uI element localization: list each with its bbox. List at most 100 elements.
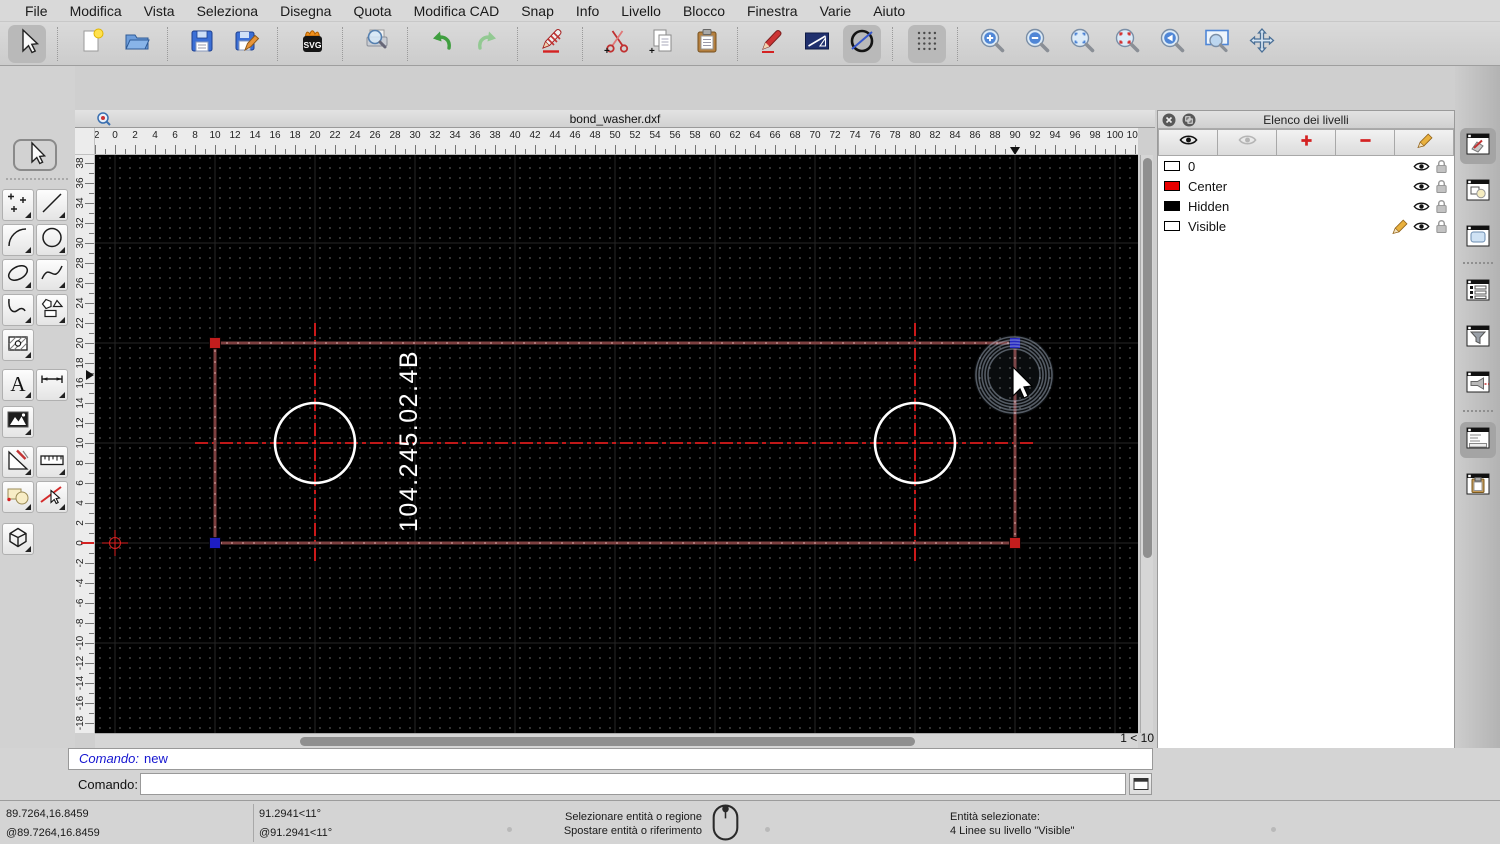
document-title-bar[interactable]: bond_washer.dxf [75, 110, 1155, 128]
status-grip-dot [1271, 827, 1276, 832]
hatch-tool-button[interactable] [2, 329, 34, 361]
menu-info[interactable]: Info [565, 0, 610, 22]
polygon-tool-button[interactable] [36, 294, 68, 326]
zoom-out-button[interactable] [1018, 25, 1056, 63]
points-tool-button[interactable] [2, 189, 34, 221]
delete-selected-button[interactable] [533, 25, 571, 63]
menu-vista[interactable]: Vista [133, 0, 186, 22]
text-tool-button[interactable]: A [2, 369, 34, 401]
menu-livello[interactable]: Livello [610, 0, 672, 22]
menu-blocco[interactable]: Blocco [672, 0, 736, 22]
horizontal-scrollbar[interactable] [95, 733, 1138, 748]
layer-lock-icon[interactable] [1435, 179, 1448, 194]
new-file-button[interactable] [73, 25, 111, 63]
layer-panel-header: Elenco dei livelli [1158, 111, 1454, 129]
layer-visibility-eye-icon[interactable] [1413, 160, 1430, 173]
horizontal-scrollbar-thumb[interactable] [300, 737, 915, 746]
menu-aiuto[interactable]: Aiuto [862, 0, 916, 22]
drawing-canvas[interactable]: 104.245.02.4B [95, 155, 1138, 733]
ruler-tick [255, 145, 256, 154]
dimension-tool-button[interactable] [36, 369, 68, 401]
measure-tool-button[interactable] [36, 446, 68, 478]
spline-tool-button[interactable] [36, 259, 68, 291]
ruler-label: 34 [75, 193, 87, 213]
polyline-tool-button[interactable] [2, 294, 34, 326]
hide-all-layers-button[interactable] [1218, 129, 1277, 156]
paste-icon [692, 26, 722, 61]
menu-finestra[interactable]: Finestra [736, 0, 809, 22]
layer-visibility-eye-icon[interactable] [1413, 220, 1430, 233]
paste-button[interactable] [688, 25, 726, 63]
cut-button[interactable]: + [598, 25, 636, 63]
vertical-scrollbar-thumb[interactable] [1143, 158, 1152, 558]
dock-entity-list-button[interactable] [1460, 274, 1496, 310]
arc-tool-button[interactable] [2, 224, 34, 256]
menu-quota[interactable]: Quota [342, 0, 402, 22]
snap-grid-button[interactable] [908, 25, 946, 63]
menu-disegna[interactable]: Disegna [269, 0, 342, 22]
layer-row-visible[interactable]: Visible [1158, 216, 1454, 236]
zoom-auto-button[interactable] [1063, 25, 1101, 63]
ruler-label: 28 [75, 253, 87, 273]
menu-varie[interactable]: Varie [809, 0, 863, 22]
command-detach-button[interactable] [1129, 773, 1152, 795]
dock-pen-palette-button[interactable] [1460, 366, 1496, 402]
menu-file[interactable]: File [14, 0, 59, 22]
zoom-window-button[interactable] [1198, 25, 1236, 63]
layer-row-center[interactable]: Center [1158, 176, 1454, 196]
solid-tool-button[interactable] [2, 523, 34, 555]
command-history-label: Comando: [79, 751, 139, 766]
snap-entity-button[interactable] [843, 25, 881, 63]
save-button[interactable] [183, 25, 221, 63]
select-entities-tool-button[interactable] [36, 481, 68, 513]
dock-block-list-button[interactable] [1460, 174, 1496, 210]
ruler-label: -12 [75, 653, 87, 673]
menu-modifica-cad[interactable]: Modifica CAD [403, 0, 511, 22]
menu-seleziona[interactable]: Seleziona [186, 0, 270, 22]
command-input[interactable] [140, 773, 1126, 795]
undo-button[interactable] [423, 25, 461, 63]
layer-visibility-eye-icon[interactable] [1413, 200, 1430, 213]
dock-library-browser-button[interactable] [1460, 220, 1496, 256]
layer-row-hidden[interactable]: Hidden [1158, 196, 1454, 216]
image-tool-button[interactable] [2, 406, 34, 438]
line-tool-button[interactable] [36, 189, 68, 221]
edit-layer-button[interactable] [1395, 129, 1454, 156]
select-arrow-button[interactable] [13, 139, 57, 171]
svg-export-button[interactable]: SVG [293, 25, 331, 63]
edit-attributes-button[interactable] [753, 25, 791, 63]
open-file-button[interactable] [118, 25, 156, 63]
ellipse-tool-button[interactable] [2, 259, 34, 291]
zoom-pan-icon [1247, 26, 1277, 61]
dock-clipboard-button[interactable] [1460, 468, 1496, 504]
copy-button[interactable]: + [643, 25, 681, 63]
show-all-layers-button[interactable] [1158, 129, 1218, 156]
remove-layer-button[interactable] [1336, 129, 1395, 156]
save-as-button[interactable] [228, 25, 266, 63]
layer-row-0[interactable]: 0 [1158, 156, 1454, 176]
menu-snap[interactable]: Snap [510, 0, 565, 22]
draft-line-button[interactable] [798, 25, 836, 63]
dock-layer-list-button[interactable] [1460, 128, 1496, 164]
menu-modifica[interactable]: Modifica [59, 0, 133, 22]
layer-visibility-eye-icon[interactable] [1413, 180, 1430, 193]
dock-command-line-button[interactable] [1460, 422, 1496, 458]
ruler-tick [1115, 145, 1116, 154]
zoom-in-button[interactable] [973, 25, 1011, 63]
zoom-previous-button[interactable] [1153, 25, 1191, 63]
dock-selection-filter-button[interactable] [1460, 320, 1496, 356]
vertical-scrollbar[interactable] [1140, 155, 1153, 733]
zoom-pan-button[interactable] [1243, 25, 1281, 63]
print-preview-button[interactable] [358, 25, 396, 63]
layer-lock-icon[interactable] [1435, 199, 1448, 214]
layer-lock-icon[interactable] [1435, 159, 1448, 174]
block-tool-button[interactable] [2, 481, 34, 513]
layer-panel-title: Elenco dei livelli [1158, 111, 1454, 129]
zoom-redraw-button[interactable] [1108, 25, 1146, 63]
circle-tool-button[interactable] [36, 224, 68, 256]
select-button[interactable] [8, 25, 46, 63]
modify-tool-button[interactable] [2, 446, 34, 478]
add-layer-button[interactable] [1277, 129, 1336, 156]
redo-button[interactable] [468, 25, 506, 63]
layer-lock-icon[interactable] [1435, 219, 1448, 234]
